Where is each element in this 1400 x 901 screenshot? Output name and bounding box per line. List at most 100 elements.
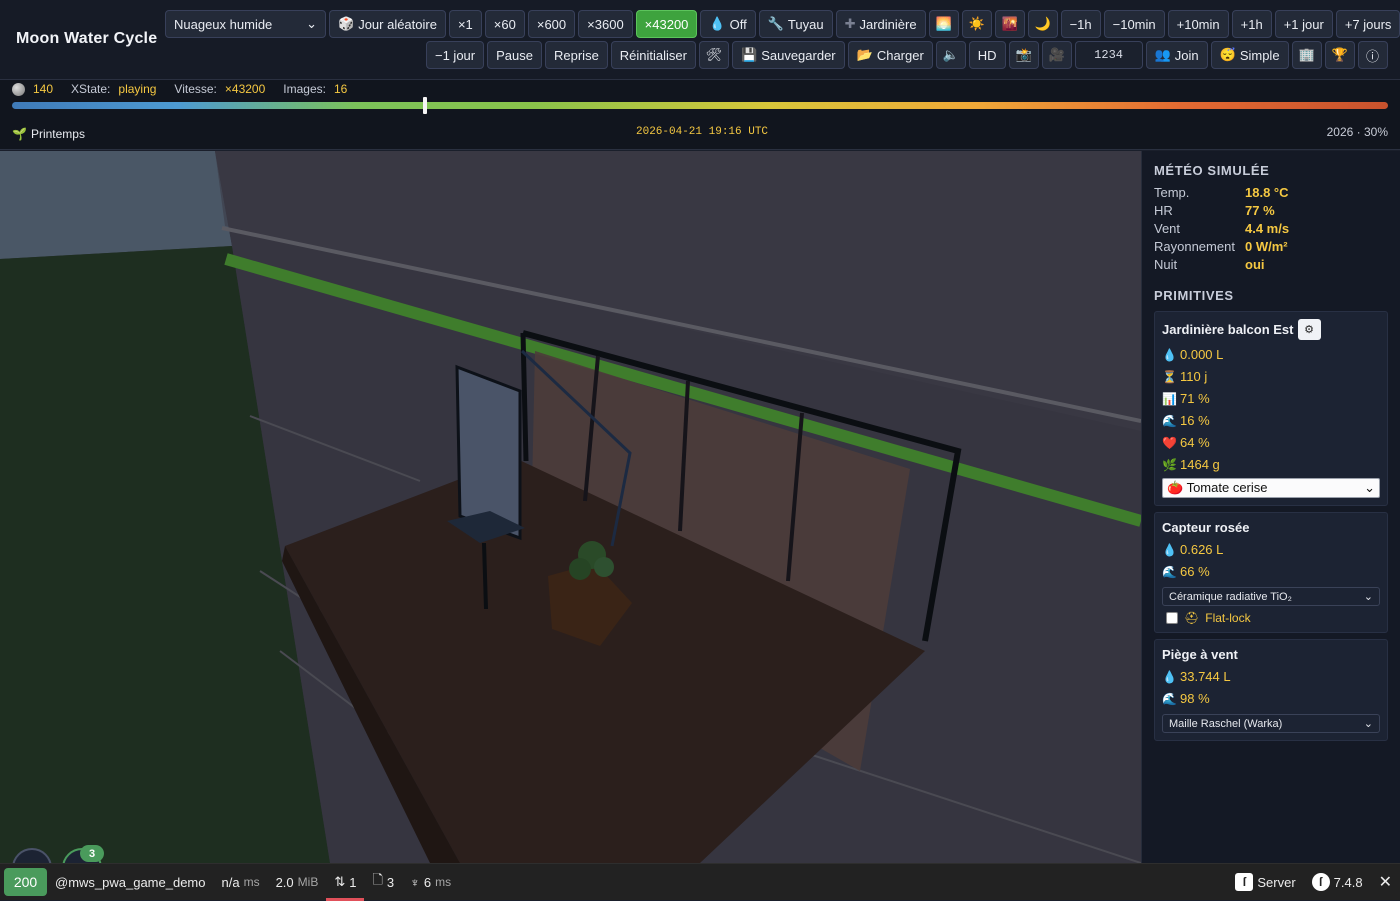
dew-water: 💧 0.626 L xyxy=(1162,539,1380,561)
3d-viewport[interactable] xyxy=(0,151,1141,863)
sunrise-icon: 🌅 xyxy=(935,16,952,31)
info-button[interactable]: ⓘ xyxy=(1357,41,1388,69)
forms-panel[interactable]: 🗋 3 xyxy=(364,864,402,901)
speed-x43200-button[interactable]: ×43200 xyxy=(635,10,698,38)
record-button[interactable]: 🎥 xyxy=(1041,41,1072,69)
simple-button[interactable]: 😴 Simple xyxy=(1210,41,1289,69)
weather-select[interactable]: Nuageux humide ⌄ xyxy=(165,10,326,38)
seed-input[interactable]: 1234 xyxy=(1074,41,1143,69)
info-icon: ⓘ xyxy=(1366,48,1380,64)
weather-row: Rayonnement 0 W/m² xyxy=(1154,238,1388,256)
resume-button[interactable]: Reprise xyxy=(545,41,608,69)
moon-icon: 🌙 xyxy=(1034,16,1051,31)
seedling-icon: 🌱 xyxy=(12,127,27,141)
sun-button[interactable]: ☀️ xyxy=(961,10,992,38)
route-name[interactable]: @mws_pwa_game_demo xyxy=(47,864,214,901)
symfony-logo-icon: ſ xyxy=(1311,873,1330,891)
speed-x60-button[interactable]: ×60 xyxy=(484,10,525,38)
dew-material-select[interactable]: Céramique radiative TiO₂ ⌄ xyxy=(1162,587,1380,606)
load-label: Charger xyxy=(876,47,924,63)
planter-water: 💧 0.000 L xyxy=(1162,344,1380,366)
film-reel-icon: 🎥 xyxy=(1048,47,1065,62)
sunrise-button[interactable]: 🌅 xyxy=(928,10,959,38)
scene-render xyxy=(0,151,1141,863)
join-button[interactable]: 👥 Join xyxy=(1145,41,1208,69)
year-timeline-slider[interactable] xyxy=(12,102,1388,109)
step-back-hour-button[interactable]: −1h xyxy=(1060,10,1101,38)
files-value: 3 xyxy=(386,874,395,890)
tools-button[interactable]: 🛠 xyxy=(699,41,729,69)
screenshot-button[interactable]: 📸 xyxy=(1008,41,1039,69)
step-fwd-hour-button[interactable]: +1h xyxy=(1231,10,1272,38)
gear-icon[interactable]: ⚙ xyxy=(1297,319,1321,340)
server-info[interactable]: ſ Server xyxy=(1227,864,1303,901)
mute-button[interactable]: 🔈 xyxy=(935,41,966,69)
step-label: +10min xyxy=(1176,16,1220,32)
random-day-label: Jour aléatoire xyxy=(358,16,437,32)
flatlock-checkbox[interactable] xyxy=(1166,612,1178,624)
chevron-down-icon: ⌄ xyxy=(306,16,317,31)
wave-icon: 🌊 xyxy=(1162,414,1177,428)
pause-button[interactable]: Pause xyxy=(487,41,542,69)
crop-select[interactable]: 🍅 Tomate cerise ⌄ xyxy=(1162,478,1380,498)
weather-key: Rayonnement xyxy=(1154,239,1235,254)
ajax-requests[interactable]: ⇅ 1 xyxy=(326,864,365,901)
moon-value: 140 xyxy=(33,82,54,96)
symfony-version[interactable]: ſ 7.4.8 xyxy=(1304,864,1371,901)
frames-label: Images: xyxy=(283,82,326,96)
join-label: Join xyxy=(1174,47,1199,63)
step-back-day-button[interactable]: −1 jour xyxy=(426,41,485,69)
building-button[interactable]: 🏢 xyxy=(1291,41,1322,69)
load-button[interactable]: 📂 Charger xyxy=(847,41,933,69)
planter-card-header: Jardinière balcon Est ⚙ xyxy=(1162,319,1380,340)
xstate-label: XState: xyxy=(71,82,111,96)
wave-icon: 🌊 xyxy=(1162,692,1177,706)
weather-key: HR xyxy=(1154,203,1173,218)
water-toggle-button[interactable]: 💧 Off xyxy=(700,10,756,38)
planter-health-value: 64 % xyxy=(1180,435,1210,450)
hd-button[interactable]: HD xyxy=(968,41,1006,69)
step-fwd-day-button[interactable]: +1 jour xyxy=(1274,10,1333,38)
planter-button[interactable]: ✚ Jardinière xyxy=(835,10,926,38)
floppy-icon: 💾 xyxy=(741,47,758,62)
debugbar-right: ſ Server ſ 7.4.8 ✕ xyxy=(1227,864,1400,901)
hammer-wrench-icon: 🛠 xyxy=(705,47,723,62)
save-button[interactable]: 💾 Sauvegarder xyxy=(732,41,845,69)
sunset-button[interactable]: 🌇 xyxy=(994,10,1025,38)
memory-usage[interactable]: 2.0 MiB xyxy=(268,864,327,901)
crop-select-value: 🍅 Tomate cerise xyxy=(1167,480,1268,496)
weather-value: 0 W/m² xyxy=(1245,239,1288,254)
trophy-button[interactable]: 🏆 xyxy=(1324,41,1355,69)
memory-value: 2.0 xyxy=(275,874,294,890)
step-label: +1h xyxy=(1240,16,1263,32)
seed-value: 1234 xyxy=(1094,48,1123,62)
pipe-button[interactable]: 🔧 Tuyau xyxy=(758,10,833,38)
wind-moisture-value: 98 % xyxy=(1180,691,1210,706)
step-back-10min-button[interactable]: −10min xyxy=(1103,10,1165,38)
moon-button[interactable]: 🌙 xyxy=(1027,10,1058,38)
wind-mesh-select[interactable]: Maille Raschel (Warka) ⌄ xyxy=(1162,714,1380,733)
planter-moisture-value: 16 % xyxy=(1180,413,1210,428)
planter-water-value: 0.000 L xyxy=(1180,347,1224,362)
twig-panel[interactable]: ♆ 6 ms xyxy=(402,864,459,901)
step-label: −10min xyxy=(1112,16,1156,32)
reset-button[interactable]: Réinitialiser xyxy=(610,41,696,69)
speed-x3600-button[interactable]: ×3600 xyxy=(578,10,633,38)
timeline-cursor-handle[interactable] xyxy=(422,97,427,114)
server-label: Server xyxy=(1257,874,1296,890)
speed-x600-button[interactable]: ×600 xyxy=(527,10,576,38)
step-fwd-10min-button[interactable]: +10min xyxy=(1167,10,1229,38)
weather-row: Vent 4.4 m/s xyxy=(1154,220,1388,238)
http-status-badge[interactable]: 200 xyxy=(4,868,47,896)
random-day-button[interactable]: 🎲 Jour aléatoire xyxy=(329,10,446,38)
chevron-down-icon: ⌄ xyxy=(1364,480,1375,495)
close-debugbar-button[interactable]: ✕ xyxy=(1371,864,1400,901)
speed-x1-button[interactable]: ×1 xyxy=(448,10,482,38)
step-fwd-week-button[interactable]: +7 jours xyxy=(1335,10,1400,38)
twig-value: 6 xyxy=(423,874,432,890)
request-time[interactable]: n/a ms xyxy=(214,864,268,901)
water-drop-icon: 💧 xyxy=(1162,348,1177,362)
weather-select-value: Nuageux humide xyxy=(174,16,273,32)
hourglass-icon: ⏳ xyxy=(1162,370,1177,384)
trophy-icon: 🏆 xyxy=(1331,47,1348,62)
